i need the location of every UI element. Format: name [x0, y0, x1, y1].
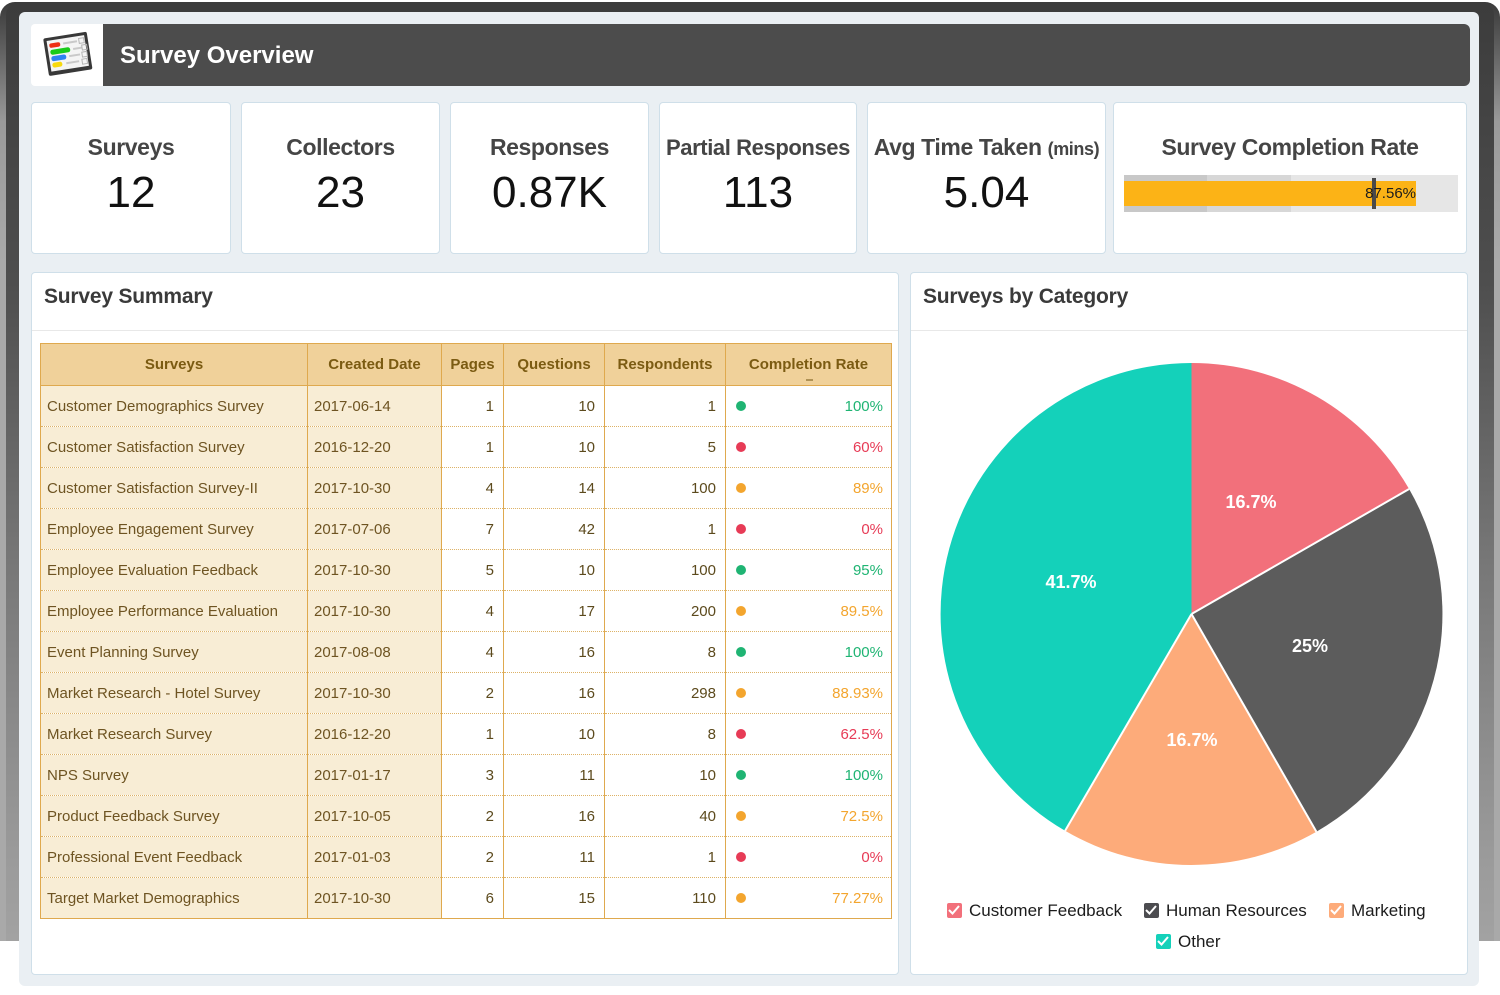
svg-text:25%: 25%: [1292, 636, 1328, 656]
svg-text:16.7%: 16.7%: [1225, 492, 1276, 512]
svg-text:41.7%: 41.7%: [1045, 572, 1096, 592]
svg-text:16.7%: 16.7%: [1166, 730, 1217, 750]
